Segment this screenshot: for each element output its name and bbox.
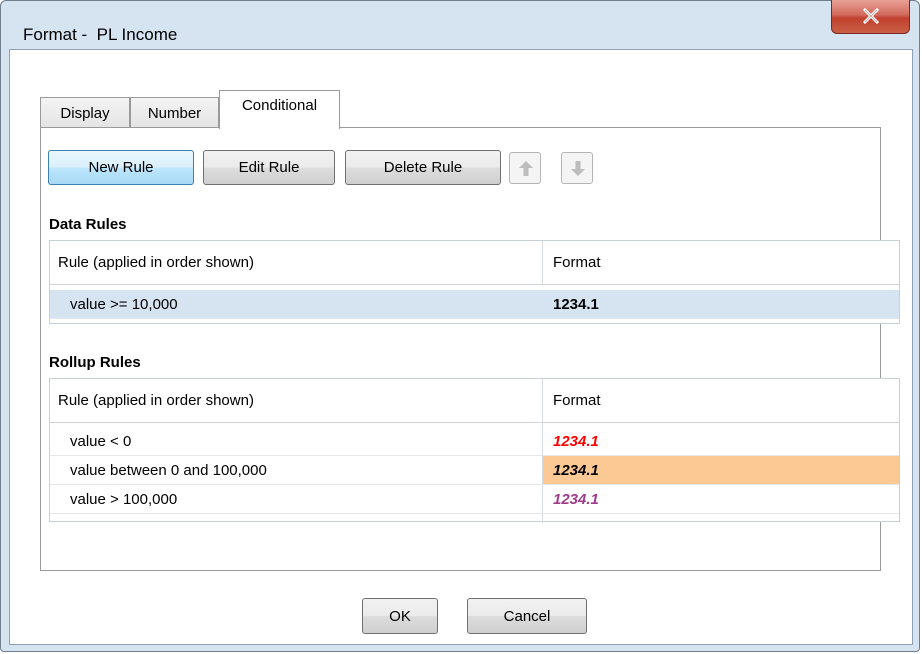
- column-header-rule[interactable]: Rule (applied in order shown): [50, 241, 542, 284]
- rollup-rule-row[interactable]: value between 0 and 100,000 1234.1: [50, 456, 899, 485]
- tab-conditional[interactable]: Conditional: [219, 90, 340, 129]
- format-sample: 1234.1: [543, 456, 899, 484]
- data-rule-row[interactable]: value >= 10,000 1234.1: [50, 290, 899, 319]
- column-header-rule[interactable]: Rule (applied in order shown): [50, 379, 542, 422]
- arrow-up-icon: [519, 161, 533, 176]
- column-divider: [542, 241, 543, 284]
- column-header-format[interactable]: Format: [543, 241, 893, 284]
- edit-rule-button[interactable]: Edit Rule: [203, 150, 335, 185]
- conditional-panel: New Rule Edit Rule Delete Rule Data Rule…: [40, 127, 900, 571]
- tab-number[interactable]: Number: [130, 97, 219, 128]
- rule-text: value > 100,000: [70, 491, 178, 508]
- delete-rule-button[interactable]: Delete Rule: [345, 150, 501, 185]
- column-header-format[interactable]: Format: [543, 379, 893, 422]
- rule-text: value >= 10,000: [70, 296, 178, 313]
- rollup-rules-grid: Rule (applied in order shown) Format val…: [49, 378, 900, 523]
- rollup-rule-row[interactable]: value < 0 1234.1: [50, 427, 899, 456]
- tab-conditional-label: Conditional: [241, 97, 318, 114]
- rule-text: value between 0 and 100,000: [70, 462, 267, 479]
- tab-display[interactable]: Display: [40, 97, 130, 128]
- format-sample: 1234.1: [553, 433, 599, 450]
- cancel-button[interactable]: Cancel: [467, 598, 587, 634]
- rollup-rules-header: Rule (applied in order shown) Format: [50, 379, 899, 423]
- format-sample: 1234.1: [553, 491, 599, 508]
- tab-display-label: Display: [60, 105, 110, 122]
- format-dialog: Format - PL Income Display Number Condit…: [0, 0, 920, 652]
- rollup-rule-row[interactable]: value > 100,000 1234.1: [50, 485, 899, 514]
- title-bar[interactable]: Format - PL Income: [1, 0, 919, 49]
- move-up-button[interactable]: [509, 152, 541, 184]
- dialog-body: Display Number Conditional New Rule Edit…: [9, 49, 913, 645]
- tab-number-label: Number: [147, 105, 202, 122]
- close-icon: [862, 8, 880, 24]
- ok-button[interactable]: OK: [362, 598, 438, 634]
- rule-text: value < 0: [70, 433, 132, 450]
- new-rule-button[interactable]: New Rule: [48, 150, 194, 185]
- close-button[interactable]: [831, 0, 910, 34]
- data-rules-header: Rule (applied in order shown) Format: [50, 241, 899, 285]
- move-down-button[interactable]: [561, 152, 593, 184]
- format-sample: 1234.1: [553, 296, 599, 313]
- arrow-down-icon: [571, 161, 585, 176]
- data-rules-heading: Data Rules: [49, 216, 127, 233]
- dialog-title: Format - PL Income: [23, 25, 178, 44]
- data-rules-grid: Rule (applied in order shown) Format val…: [49, 240, 900, 324]
- rollup-rules-heading: Rollup Rules: [49, 354, 141, 371]
